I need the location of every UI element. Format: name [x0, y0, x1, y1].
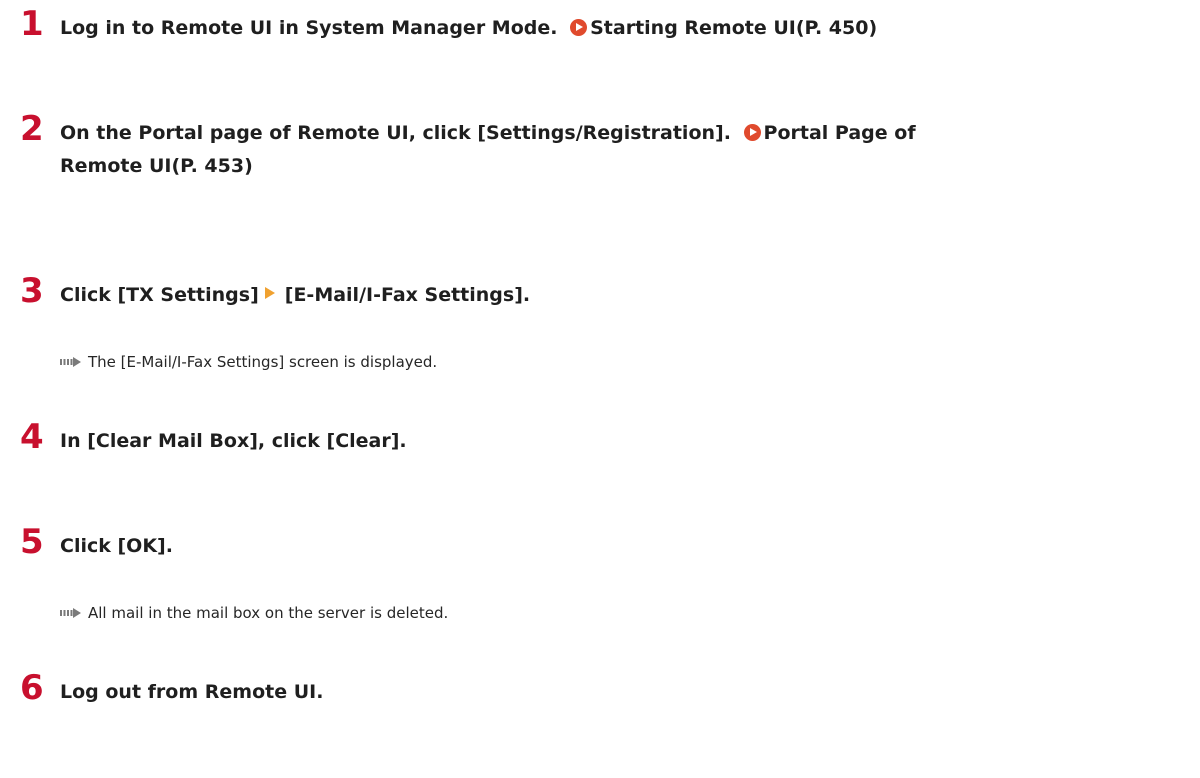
step-instruction: Click [TX Settings] [E-Mail/I-Fax Setting…: [60, 279, 1180, 312]
step-5-result: All mail in the mail box on the server i…: [60, 603, 448, 623]
step-number: 3: [20, 271, 44, 311]
step-text: Log out from Remote UI.: [60, 681, 324, 703]
step-number: 6: [20, 668, 44, 708]
step-instruction: On the Portal page of Remote UI, click […: [60, 117, 1180, 183]
step-text: Click [OK].: [60, 535, 173, 557]
result-arrow-icon: [60, 608, 82, 618]
step-instruction: Log out from Remote UI.: [60, 676, 1180, 709]
result-text: The [E-Mail/I-Fax Settings] screen is di…: [88, 353, 438, 371]
portal-page-link[interactable]: Portal Page of: [764, 122, 916, 144]
menu-arrow-icon: [264, 287, 275, 299]
starting-remote-ui-link[interactable]: Starting Remote UI(P. 450): [590, 17, 877, 39]
step-2: 2 On the Portal page of Remote UI, click…: [20, 109, 1180, 183]
step-text: Click [TX Settings]: [60, 284, 259, 306]
step-text-continued: [E-Mail/I-Fax Settings].: [284, 284, 531, 306]
step-5: 5 Click [OK].: [20, 522, 1180, 563]
step-number: 2: [20, 109, 44, 149]
link-arrow-icon: [743, 124, 761, 141]
step-text: In [Clear Mail Box], click [Clear].: [60, 430, 407, 452]
step-6: 6 Log out from Remote UI.: [20, 668, 1180, 709]
step-number: 5: [20, 522, 44, 562]
step-text: On the Portal page of Remote UI, click […: [60, 122, 731, 144]
portal-page-link-continued[interactable]: Remote UI(P. 453): [60, 155, 253, 177]
step-3: 3 Click [TX Settings] [E-Mail/I-Fax Setti…: [20, 271, 1180, 312]
step-instruction: Click [OK].: [60, 530, 1180, 563]
step-number: 1: [20, 4, 44, 44]
step-3-result: The [E-Mail/I-Fax Settings] screen is di…: [60, 352, 437, 372]
step-number: 4: [20, 417, 44, 457]
result-text: All mail in the mail box on the server i…: [88, 604, 449, 622]
step-4: 4 In [Clear Mail Box], click [Clear].: [20, 417, 1180, 458]
result-arrow-icon: [60, 357, 82, 367]
link-arrow-icon: [570, 19, 588, 36]
step-instruction: In [Clear Mail Box], click [Clear].: [60, 425, 1180, 458]
step-text: Log in to Remote UI in System Manager Mo…: [60, 17, 558, 39]
step-instruction: Log in to Remote UI in System Manager Mo…: [60, 12, 1180, 45]
step-1: 1 Log in to Remote UI in System Manager …: [20, 4, 1180, 45]
